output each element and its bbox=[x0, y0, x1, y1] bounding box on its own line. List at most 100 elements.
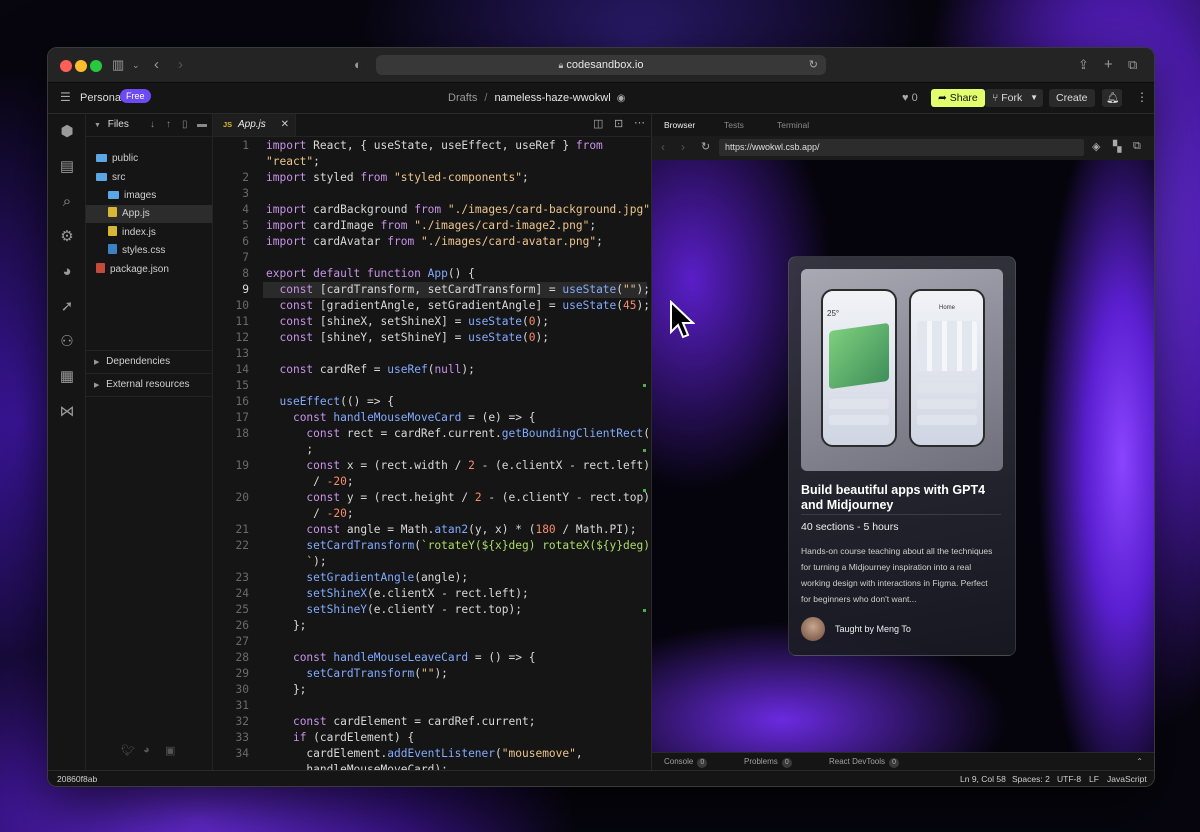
indentation[interactable]: Spaces: 2 bbox=[1012, 771, 1050, 786]
encoding[interactable]: UTF-8 bbox=[1057, 771, 1081, 786]
code-line: import cardBackground from "./images/car… bbox=[266, 203, 650, 216]
line-number: 20 bbox=[235, 491, 249, 504]
file-tree-item[interactable]: package.json bbox=[86, 261, 212, 279]
breadcrumb: Drafts / nameless-haze-wwokwl ◉ bbox=[448, 92, 625, 104]
preview-viewport[interactable]: 25° Home Build beautiful apps with GPT4 … bbox=[652, 160, 1154, 752]
editor-tab-app-js[interactable]: JS App.js ✕ bbox=[213, 114, 296, 136]
phone-home-label: Home bbox=[939, 305, 956, 311]
search-icon[interactable]: ⌕ bbox=[57, 192, 77, 212]
code-area[interactable]: 1 import React, { useState, useEffect, us… bbox=[213, 138, 650, 770]
external-resources-label: External resources bbox=[106, 379, 190, 390]
tabs-overview-icon[interactable]: ⧉ bbox=[1128, 56, 1137, 74]
preview-back-icon[interactable]: ‹ bbox=[661, 140, 665, 154]
chevron-down-icon[interactable]: ⌄ bbox=[132, 56, 140, 74]
share-arrow-icon: ➦ bbox=[938, 92, 947, 104]
new-tab-icon[interactable]: + bbox=[1104, 56, 1113, 74]
icon-grid bbox=[917, 321, 977, 371]
preview-tab-browser[interactable]: Browser bbox=[664, 114, 695, 136]
file-tree-item[interactable]: public bbox=[86, 150, 212, 168]
open-preview-icon[interactable]: ⊡ bbox=[614, 117, 623, 130]
collapse-up-icon[interactable]: ⌃ bbox=[1136, 753, 1143, 771]
scroll-indicator[interactable] bbox=[643, 144, 647, 714]
file-tree-item[interactable]: src bbox=[86, 169, 212, 187]
menu-icon[interactable]: ☰ bbox=[60, 90, 71, 104]
preview-tab-tests[interactable]: Tests bbox=[724, 114, 744, 136]
code-line: import cardImage from "./images/card-ima… bbox=[266, 219, 597, 232]
responsive-mode-icon[interactable]: ◈ bbox=[1092, 140, 1100, 153]
course-card[interactable]: 25° Home Build beautiful apps with GPT4 … bbox=[788, 256, 1016, 656]
code-line: const rect = cardRef.current.getBounding… bbox=[306, 427, 650, 440]
github-icon[interactable]: ◕ bbox=[57, 262, 77, 282]
external-resources-section[interactable]: ▶ External resources bbox=[86, 373, 212, 397]
collapse-chevron-icon[interactable]: ▼ bbox=[94, 122, 101, 129]
breadcrumb-drafts[interactable]: Drafts bbox=[448, 92, 477, 104]
share-icon[interactable]: ⇪ bbox=[1078, 56, 1089, 74]
forward-icon[interactable]: › bbox=[178, 56, 183, 74]
bottom-tab-console[interactable]: Console 0 bbox=[664, 753, 708, 771]
new-folder-icon[interactable]: ▬ bbox=[197, 114, 207, 136]
preview-address-input[interactable]: https://wwokwl.csb.app/ bbox=[719, 139, 1084, 156]
github-small-icon[interactable]: ◕ bbox=[143, 744, 150, 756]
layout-toggle-icon[interactable]: ▚ bbox=[1113, 140, 1121, 153]
like-button[interactable]: ♥ 0 bbox=[902, 92, 918, 104]
settings-gear-icon[interactable]: ⚙ bbox=[57, 227, 77, 247]
preview-forward-icon[interactable]: › bbox=[681, 140, 685, 154]
workspace-name[interactable]: Personal bbox=[80, 92, 123, 104]
sandbox-name[interactable]: nameless-haze-wwokwl bbox=[495, 92, 611, 104]
bottom-tab-react-devtools[interactable]: React DevTools 0 bbox=[829, 753, 900, 771]
line-number: 10 bbox=[235, 299, 249, 312]
sort-down-icon[interactable]: ↓ bbox=[150, 114, 155, 136]
sort-up-icon[interactable]: ↑ bbox=[166, 114, 171, 136]
bottom-tab-problems[interactable]: Problems 0 bbox=[744, 753, 792, 771]
new-file-icon[interactable]: ▯ bbox=[182, 114, 188, 136]
card-author: Taught by Meng To bbox=[835, 624, 911, 634]
zoom-window-button[interactable] bbox=[90, 60, 102, 72]
explorer-title: Files bbox=[107, 119, 129, 130]
live-users-icon[interactable]: ⚇ bbox=[57, 332, 77, 352]
preview-tab-terminal[interactable]: Terminal bbox=[777, 114, 809, 136]
fork-button[interactable]: ⑂ Fork ▼ bbox=[985, 89, 1043, 107]
split-editor-icon[interactable]: ◫ bbox=[593, 117, 603, 130]
lock-icon: 🔒︎ bbox=[558, 60, 564, 70]
file-tree-item[interactable]: images bbox=[86, 187, 212, 205]
preview-refresh-icon[interactable]: ↻ bbox=[701, 140, 710, 153]
fork-label: Fork bbox=[1001, 92, 1023, 104]
sandbox-info-icon[interactable]: ⬢ bbox=[57, 122, 77, 142]
twitter-icon[interactable]: 🐦︎ bbox=[121, 744, 135, 757]
vscode-icon[interactable]: ⋈ bbox=[57, 402, 77, 422]
files-icon[interactable]: ▤ bbox=[57, 157, 77, 177]
notifications-button[interactable]: 🔔︎ bbox=[1102, 89, 1122, 107]
file-tree-item[interactable]: index.js bbox=[86, 224, 212, 242]
deploy-rocket-icon[interactable]: ➚ bbox=[57, 297, 77, 317]
discord-icon[interactable]: ▣ bbox=[165, 744, 175, 757]
line-number: 11 bbox=[235, 315, 249, 328]
file-tree-item[interactable]: styles.css bbox=[86, 242, 212, 260]
close-tab-icon[interactable]: ✕ bbox=[281, 114, 289, 136]
new-window-icon[interactable]: ⧉ bbox=[1133, 140, 1141, 153]
fork-dropdown-icon[interactable]: ▼ bbox=[1030, 89, 1038, 107]
line-number: 7 bbox=[242, 251, 249, 264]
code-line: const handleMouseLeaveCard = () => { bbox=[292, 651, 536, 664]
docker-icon[interactable]: ▦ bbox=[57, 367, 77, 387]
share-button[interactable]: ➦ Share bbox=[931, 89, 985, 107]
privacy-shield-icon[interactable]: ◐ bbox=[354, 56, 362, 74]
code-line: setShineX(e.clientX - rect.left); bbox=[306, 587, 529, 600]
reload-icon[interactable]: ↻ bbox=[809, 55, 818, 75]
editor-more-icon[interactable]: ⋯ bbox=[634, 116, 645, 129]
code-line: const cardRef = useRef(null); bbox=[279, 363, 475, 376]
close-window-button[interactable] bbox=[60, 60, 72, 72]
address-bar[interactable]: 🔒︎ codesandbox.io ↻ bbox=[376, 55, 826, 75]
minimize-window-button[interactable] bbox=[75, 60, 87, 72]
file-tree-item[interactable]: App.js bbox=[86, 205, 212, 223]
code-line: const x = (rect.width / 2 - (e.clientX -… bbox=[306, 459, 650, 472]
create-button[interactable]: Create bbox=[1049, 89, 1095, 107]
line-ending[interactable]: LF bbox=[1089, 771, 1099, 786]
cursor-position[interactable]: Ln 9, Col 58 bbox=[960, 771, 1006, 786]
dependencies-section[interactable]: ▶ Dependencies bbox=[86, 350, 212, 373]
commit-hash[interactable]: 20860f8ab bbox=[57, 771, 97, 786]
more-menu-icon[interactable]: ⋮ bbox=[1136, 90, 1148, 104]
back-icon[interactable]: ‹ bbox=[154, 56, 159, 74]
safari-toolbar: ▥ ⌄ ‹ › ◐ 🔒︎ codesandbox.io ↻ ⇪ + ⧉ bbox=[48, 48, 1154, 83]
language-mode[interactable]: JavaScript bbox=[1107, 771, 1147, 786]
sidebar-toggle-icon[interactable]: ▥ bbox=[112, 56, 124, 74]
